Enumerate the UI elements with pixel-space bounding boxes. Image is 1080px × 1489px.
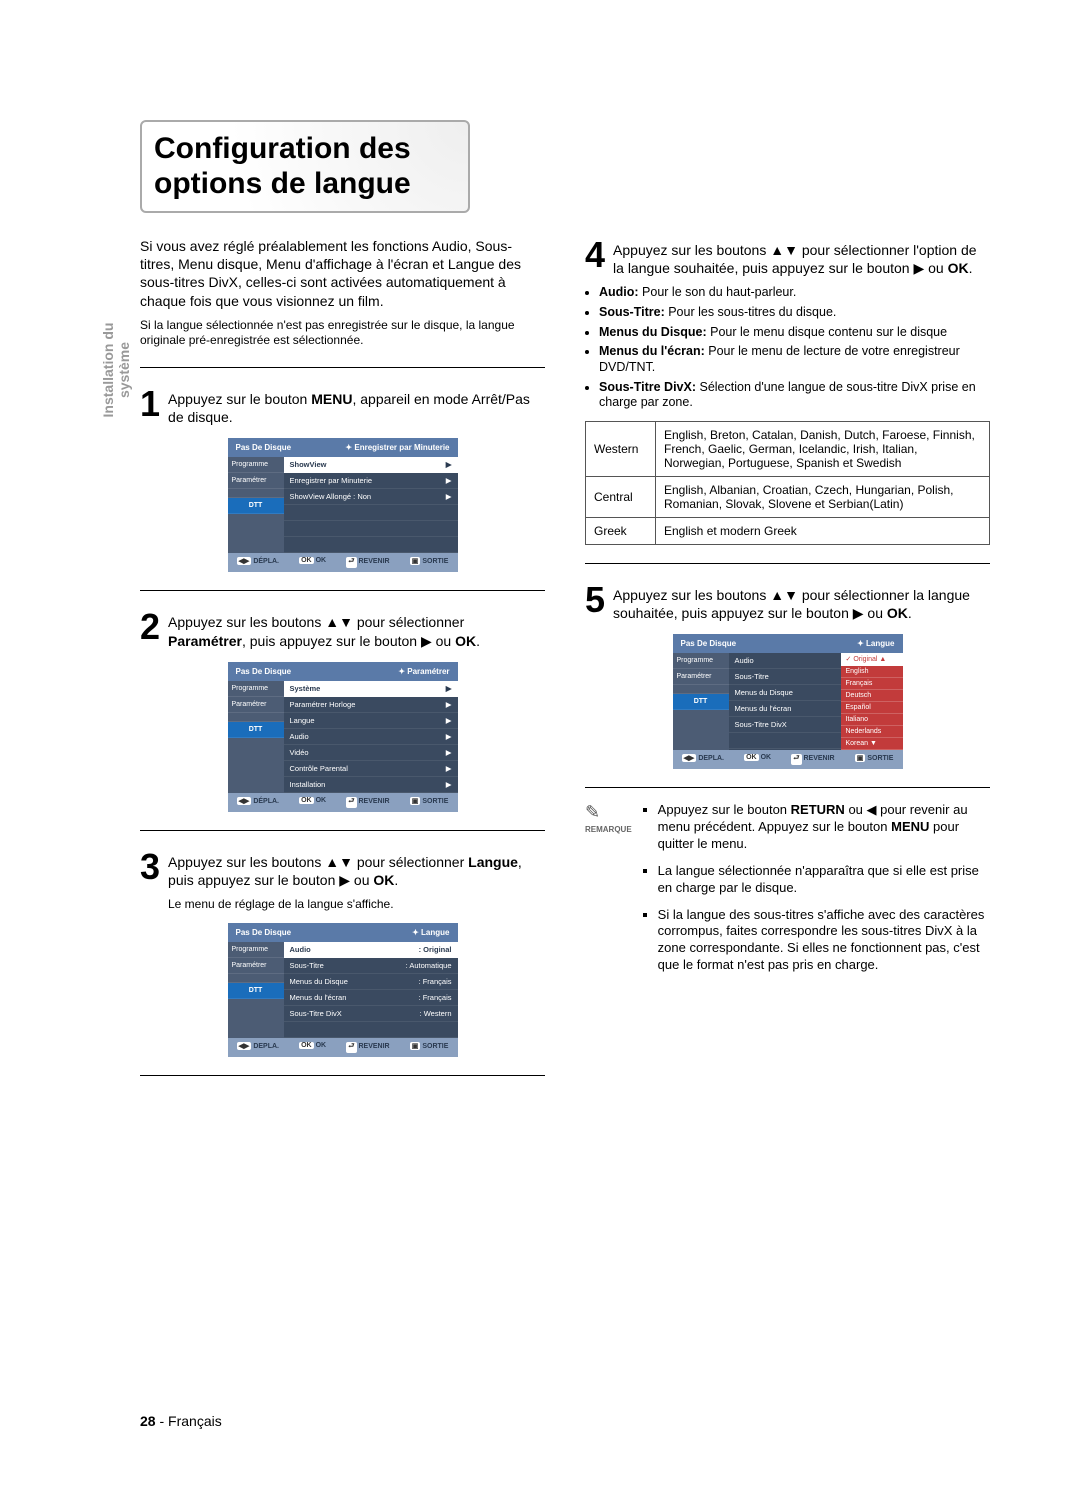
step-text: Appuyez sur les boutons ▲▼ pour sélectio…	[168, 609, 545, 649]
step-number: 4	[585, 237, 605, 277]
step-number: 3	[140, 849, 160, 889]
divider	[140, 830, 545, 831]
divider	[585, 563, 990, 564]
step-text: Appuyez sur les boutons ▲▼ pour sélectio…	[168, 849, 545, 889]
divider	[140, 590, 545, 591]
step-2: 2 Appuyez sur les boutons ▲▼ pour sélect…	[140, 609, 545, 649]
page-title: Configuration des options de langue	[140, 120, 470, 213]
osd-items: ShowView▶ Enregistrer par Minuterie▶ Sho…	[284, 457, 458, 553]
divider	[140, 1075, 545, 1076]
table-row: CentralEnglish, Albanian, Croatian, Czec…	[586, 476, 990, 517]
osd-menu-1: Pas De Disque ✦ Enregistrer par Minuteri…	[228, 438, 458, 572]
note-label: REMARQUE	[585, 825, 632, 834]
intro-text: Si vous avez réglé préalablement les fon…	[140, 237, 545, 310]
step-subtext: Le menu de réglage de la langue s'affich…	[168, 897, 545, 911]
step-3: 3 Appuyez sur les boutons ▲▼ pour sélect…	[140, 849, 545, 889]
osd-breadcrumb: ✦ Enregistrer par Minuterie	[345, 443, 449, 452]
step-text: Appuyez sur les boutons ▲▼ pour sélectio…	[613, 237, 990, 277]
step-4: 4 Appuyez sur les boutons ▲▼ pour sélect…	[585, 237, 990, 277]
step-5: 5 Appuyez sur les boutons ▲▼ pour sélect…	[585, 582, 990, 622]
option-bullet: Menus du l'écran: Pour le menu de lectur…	[599, 344, 990, 375]
note-icon: ✎	[585, 802, 632, 823]
osd-title: Pas De Disque	[236, 443, 292, 452]
option-bullet: Menus du Disque: Pour le menu disque con…	[599, 325, 990, 341]
remark-block: ✎ REMARQUE Appuyez sur le bouton RETURN …	[585, 787, 990, 984]
divider	[140, 367, 545, 368]
left-column: Si vous avez réglé préalablement les fon…	[140, 237, 545, 1094]
note-item: Si la langue des sous-titres s'affiche a…	[658, 907, 990, 975]
zone-table: WesternEnglish, Breton, Catalan, Danish,…	[585, 421, 990, 545]
page-footer: 28 - Français	[140, 1413, 222, 1429]
note-body: Appuyez sur le bouton RETURN ou ◀ pour r…	[642, 802, 990, 984]
osd-menu-2: Pas De Disque ✦ Paramétrer Programme Par…	[228, 662, 458, 812]
note-item: Appuyez sur le bouton RETURN ou ◀ pour r…	[658, 802, 990, 853]
osd-menu-5: Pas De Disque ✦ Langue Programme Paramét…	[673, 634, 903, 769]
option-bullets: Audio: Pour le son du haut-parleur. Sous-…	[599, 285, 990, 410]
note-item: La langue sélectionnée n'apparaîtra que …	[658, 863, 990, 897]
osd-footer: ◀▶DÉPLA. OKOK ⮐REVENIR ▣SORTIE	[228, 553, 458, 572]
step-text: Appuyez sur les boutons ▲▼ pour sélectio…	[613, 582, 990, 622]
table-row: WesternEnglish, Breton, Catalan, Danish,…	[586, 421, 990, 476]
page-number: 28	[140, 1413, 156, 1429]
table-row: GreekEnglish et modern Greek	[586, 517, 990, 544]
osd-left-tabs: Programme Paramétrer DTT	[228, 457, 284, 553]
step-text: Appuyez sur le bouton MENU, appareil en …	[168, 386, 545, 426]
right-column: 4 Appuyez sur les boutons ▲▼ pour sélect…	[585, 237, 990, 1094]
intro-note: Si la langue sélectionnée n'est pas enre…	[140, 318, 545, 349]
step-number: 5	[585, 582, 605, 622]
option-bullet: Sous-Titre: Pour les sous-titres du disq…	[599, 305, 990, 321]
section-side-label: Installation du système	[100, 300, 132, 440]
step-1: 1 Appuyez sur le bouton MENU, appareil e…	[140, 386, 545, 426]
step-number: 1	[140, 386, 160, 426]
step-number: 2	[140, 609, 160, 649]
option-bullet: Sous-Titre DivX: Sélection d'une langue …	[599, 380, 990, 411]
option-bullet: Audio: Pour le son du haut-parleur.	[599, 285, 990, 301]
osd-menu-3: Pas De Disque ✦ Langue Programme Paramét…	[228, 923, 458, 1057]
